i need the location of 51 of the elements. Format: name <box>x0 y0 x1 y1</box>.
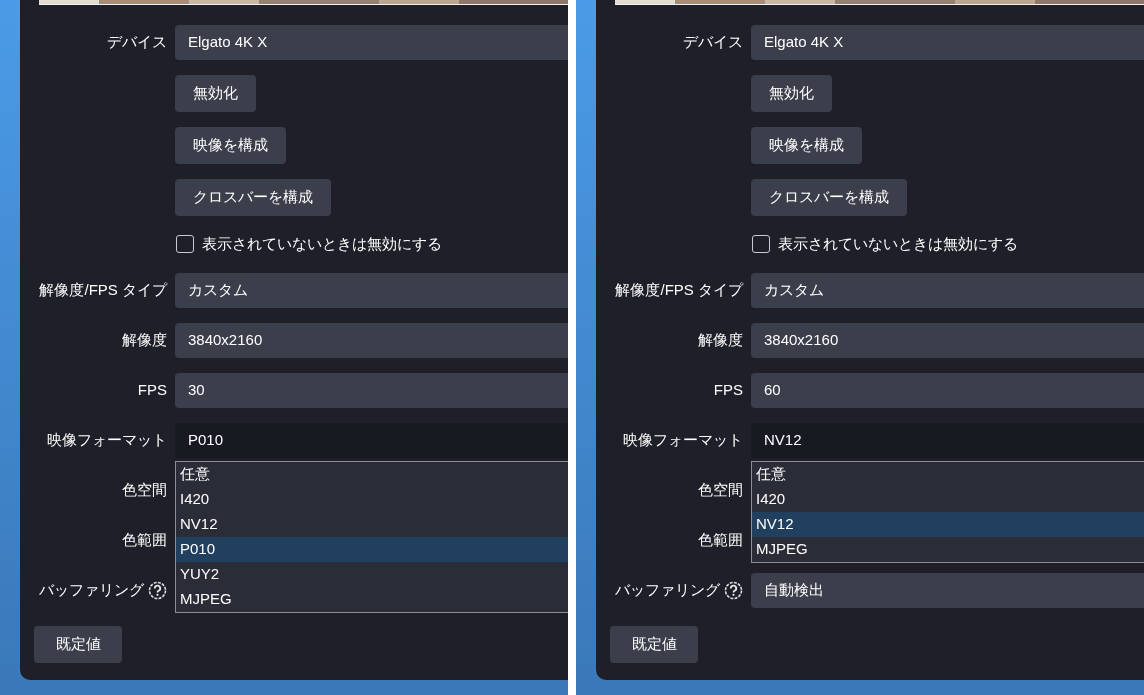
action-button[interactable]: 無効化 <box>175 75 256 112</box>
dropdown-option[interactable]: I420 <box>176 486 568 512</box>
field-label: バッファリング <box>39 579 144 600</box>
dropdown-option[interactable]: MJPEG <box>176 586 568 612</box>
action-button[interactable]: クロスバーを構成 <box>175 179 331 216</box>
defaults-button[interactable]: 既定値 <box>34 626 122 663</box>
action-button[interactable]: 映像を構成 <box>175 127 286 164</box>
field-label: 解像度/FPS タイプ <box>615 279 743 300</box>
field-label: 解像度 <box>122 329 167 350</box>
field-label: バッファリング <box>615 579 720 600</box>
checkbox[interactable] <box>752 235 770 254</box>
dropdown-option[interactable]: NV12 <box>752 511 1144 537</box>
field-label: FPS <box>137 379 167 400</box>
dropdown-field[interactable]: 自動検出 <box>751 572 1144 608</box>
action-button[interactable]: 映像を構成 <box>751 127 862 164</box>
checkbox-label: 表示されていないときは無効にする <box>202 234 442 254</box>
dropdown-field[interactable]: 3840x2160 <box>751 322 1144 358</box>
dropdown-field[interactable]: NV12 <box>751 422 1144 458</box>
dropdown-option[interactable]: P010 <box>176 536 568 562</box>
field-label: 色空間 <box>698 479 743 500</box>
dropdown-field[interactable]: Elgato 4K X <box>751 25 1144 60</box>
dropdown-option[interactable]: 任意 <box>176 461 568 487</box>
dropdown-option[interactable]: 任意 <box>752 461 1144 487</box>
checkbox[interactable] <box>176 235 194 254</box>
dropdown-field[interactable]: カスタム <box>175 272 568 308</box>
defaults-button[interactable]: 既定値 <box>610 626 698 663</box>
field-label: 映像フォーマット <box>623 429 743 450</box>
field-label: 映像フォーマット <box>47 429 167 450</box>
field-label: FPS <box>713 379 743 400</box>
field-label: デバイス <box>683 32 743 53</box>
action-button[interactable]: 無効化 <box>751 75 832 112</box>
field-label: 色範囲 <box>698 529 743 550</box>
dropdown-option[interactable]: MJPEG <box>752 536 1144 562</box>
dropdown-option[interactable]: YUY2 <box>176 561 568 587</box>
help-icon[interactable] <box>148 580 167 600</box>
field-label: 解像度/FPS タイプ <box>39 279 167 300</box>
dropdown-field[interactable]: カスタム <box>751 272 1144 308</box>
dropdown-field[interactable]: 3840x2160 <box>175 322 568 358</box>
dropdown-field[interactable]: 30 <box>175 372 568 408</box>
dropdown-option[interactable]: NV12 <box>176 511 568 537</box>
dropdown-field[interactable]: Elgato 4K X <box>175 25 568 60</box>
checkbox-label: 表示されていないときは無効にする <box>778 234 1018 254</box>
field-label: デバイス <box>107 32 167 53</box>
help-icon[interactable] <box>724 580 743 600</box>
field-label: 解像度 <box>698 329 743 350</box>
field-label: 色範囲 <box>122 529 167 550</box>
dropdown-option[interactable]: I420 <box>752 486 1144 512</box>
field-label: 色空間 <box>122 479 167 500</box>
dropdown-field[interactable]: P010 <box>175 422 568 458</box>
action-button[interactable]: クロスバーを構成 <box>751 179 907 216</box>
dropdown-field[interactable]: 60 <box>751 372 1144 408</box>
